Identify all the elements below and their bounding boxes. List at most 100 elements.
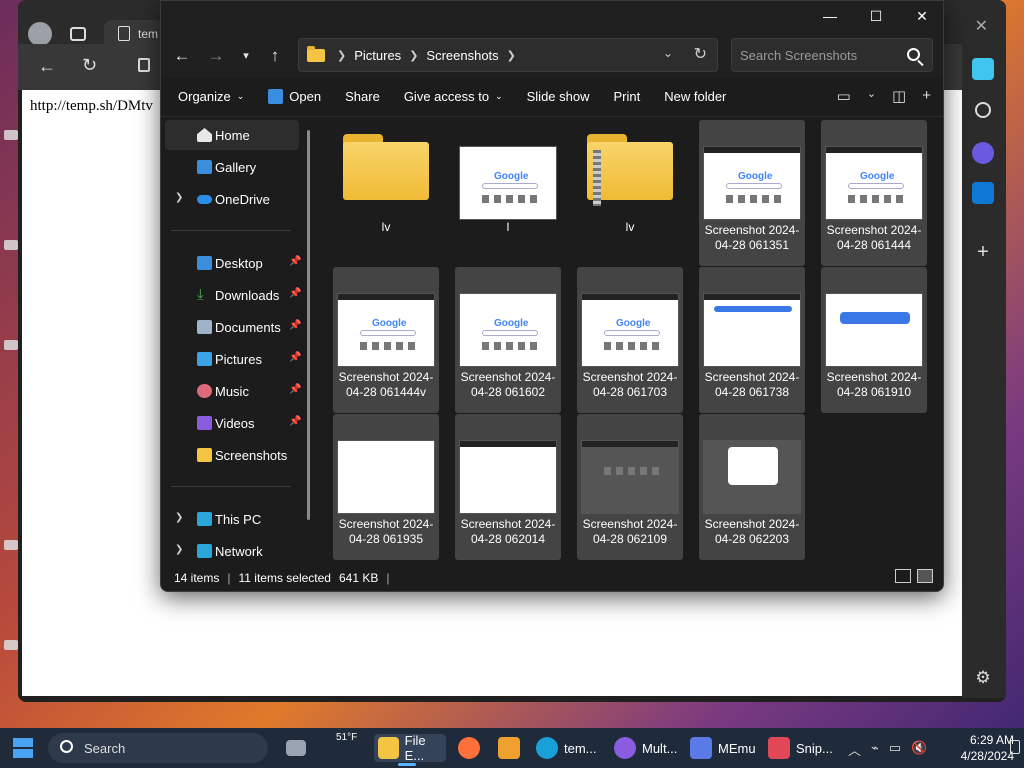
large-icons-view-icon[interactable]	[917, 569, 933, 583]
taskbar-app-multi[interactable]: Mult...	[614, 734, 677, 762]
taskbar-app-media[interactable]	[498, 734, 526, 762]
taskbar-app-firefox[interactable]	[458, 734, 486, 762]
chevron-down-icon[interactable]: ⌄	[867, 87, 876, 105]
notification-bell-icon[interactable]	[1010, 740, 1020, 754]
file-tile[interactable]: Google Screenshot 2024-04-28 061444v	[333, 267, 439, 413]
up-arrow-icon[interactable]: ↑	[262, 43, 288, 69]
search-input[interactable]	[732, 39, 897, 71]
add-icon[interactable]: +	[972, 242, 994, 264]
weather-widget[interactable]: 51°F	[336, 732, 357, 743]
desktop-shortcut-icon[interactable]	[4, 540, 18, 550]
close-icon[interactable]: ✕	[975, 16, 988, 36]
view-layout-icon[interactable]: ▭	[837, 87, 851, 105]
give-access-button[interactable]: Give access to ⌄	[404, 89, 503, 104]
taskbar-app-edge[interactable]: tem...	[536, 734, 597, 762]
pin-icon[interactable]: 📌	[289, 416, 301, 428]
pin-icon[interactable]: 📌	[289, 352, 301, 364]
desktop-shortcut-icon[interactable]	[4, 640, 18, 650]
taskbar-search[interactable]: Search	[48, 733, 268, 763]
scrollbar[interactable]	[307, 130, 310, 520]
desktop-shortcut-icon[interactable]	[4, 340, 18, 350]
file-tile[interactable]: Google Screenshot 2024-04-28 061703	[577, 267, 683, 413]
file-tile[interactable]: Google Screenshot 2024-04-28 061444	[821, 120, 927, 266]
clock[interactable]: 6:29 AM 4/28/2024	[961, 732, 1014, 764]
file-tile[interactable]: Google Screenshot 2024-04-28 061351	[699, 120, 805, 266]
nav-item-pictures[interactable]: Pictures 📌	[165, 344, 301, 374]
share-button[interactable]: Share	[345, 89, 380, 104]
tab-actions-icon[interactable]	[70, 27, 86, 41]
pin-icon[interactable]: 📌	[289, 384, 301, 396]
address-dropdown-icon[interactable]: ⌄	[663, 46, 673, 60]
nav-item-gallery[interactable]: Gallery	[165, 152, 299, 182]
print-button[interactable]: Print	[614, 89, 641, 104]
copilot-icon[interactable]	[972, 58, 994, 80]
file-tile[interactable]: Screenshot 2024-04-28 061935	[333, 414, 439, 560]
file-tile[interactable]: Google l	[455, 120, 561, 266]
file-tile[interactable]: lv	[577, 120, 683, 266]
details-pane-icon[interactable]: ◫	[892, 87, 906, 105]
windows-start-icon[interactable]	[13, 738, 33, 758]
nav-item-network[interactable]: ❯ Network	[165, 536, 299, 566]
back-arrow-icon[interactable]: ←	[169, 43, 195, 69]
back-arrow-icon[interactable]: ←	[38, 56, 56, 77]
open-button[interactable]: Open	[268, 89, 321, 104]
nav-item-home[interactable]: Home	[165, 120, 299, 150]
settings-gear-icon[interactable]: ⚙	[972, 668, 994, 690]
lock-icon[interactable]	[138, 58, 150, 72]
breadcrumb-screenshots[interactable]: Screenshots	[426, 48, 498, 63]
network-status-icon[interactable]: ⌁	[871, 740, 879, 759]
extension-icon[interactable]	[972, 142, 994, 164]
file-tile[interactable]: Screenshot 2024-04-28 061910	[821, 267, 927, 413]
recent-locations-chevron-icon[interactable]: ▾	[233, 43, 259, 69]
chevron-up-icon[interactable]: ︿	[848, 740, 861, 759]
outlook-icon[interactable]	[972, 182, 994, 204]
pin-icon[interactable]: 📌	[289, 288, 301, 300]
desktop-shortcut-icon[interactable]	[4, 240, 18, 250]
add-icon[interactable]: +	[922, 87, 931, 105]
organize-button[interactable]: Organize ⌄	[178, 89, 244, 104]
profile-avatar[interactable]	[28, 22, 52, 46]
volume-muted-icon[interactable]: 🔇	[911, 740, 927, 759]
file-tile[interactable]: Google Screenshot 2024-04-28 061602	[455, 267, 561, 413]
chevron-right-icon[interactable]: ❯	[175, 192, 183, 203]
chevron-right-icon[interactable]: ❯	[175, 512, 183, 523]
file-tile[interactable]: Screenshot 2024-04-28 062014	[455, 414, 561, 560]
breadcrumb-separator-icon[interactable]: ❯	[507, 49, 516, 62]
breadcrumb-pictures[interactable]: Pictures	[354, 48, 401, 63]
nav-item-videos[interactable]: Videos 📌	[165, 408, 301, 438]
taskbar-app-file-explorer[interactable]: File E...	[374, 733, 446, 766]
slide-show-button[interactable]: Slide show	[527, 89, 590, 104]
pin-icon[interactable]: 📌	[289, 320, 301, 332]
search-icon[interactable]	[975, 102, 991, 118]
desktop-shortcut-icon[interactable]	[4, 130, 18, 140]
details-view-icon[interactable]	[895, 569, 911, 583]
minimize-button[interactable]: —	[807, 5, 853, 29]
file-tile[interactable]: lv	[333, 120, 439, 266]
taskbar-app-snipping[interactable]: Snip...	[768, 734, 833, 762]
address-breadcrumb[interactable]: ❯ Pictures ❯ Screenshots ❯ ⌄ ↻	[298, 38, 718, 72]
nav-item-desktop[interactable]: Desktop 📌	[165, 248, 301, 278]
nav-item-screenshots[interactable]: Screenshots	[165, 440, 299, 470]
nav-item-onedrive[interactable]: ❯ OneDrive	[165, 184, 299, 214]
close-button[interactable]: ✕	[899, 5, 945, 29]
reload-icon[interactable]: ↻	[82, 55, 97, 76]
pin-icon[interactable]: 📌	[289, 256, 301, 268]
nav-item-downloads[interactable]: ⤓ Downloads 📌	[165, 280, 301, 310]
file-tile[interactable]: Screenshot 2024-04-28 062109	[577, 414, 683, 560]
new-folder-button[interactable]: New folder	[664, 89, 726, 104]
task-view-button[interactable]	[286, 734, 312, 762]
nav-item-documents[interactable]: Documents 📌	[165, 312, 301, 342]
file-tile[interactable]: Screenshot 2024-04-28 061738	[699, 267, 805, 413]
search-box[interactable]	[731, 38, 933, 72]
chevron-right-icon[interactable]: ❯	[175, 544, 183, 555]
file-tile[interactable]: Screenshot 2024-04-28 062203	[699, 414, 805, 560]
breadcrumb-separator-icon[interactable]: ❯	[409, 49, 418, 62]
nav-item-music[interactable]: Music 📌	[165, 376, 301, 406]
taskbar-app-memu[interactable]: MEmu	[690, 734, 756, 762]
maximize-button[interactable]: ☐	[853, 5, 899, 29]
forward-arrow-icon[interactable]: →	[203, 43, 229, 69]
search-icon[interactable]	[907, 48, 920, 61]
nav-item-this-pc[interactable]: ❯ This PC	[165, 504, 299, 534]
display-icon[interactable]: ▭	[889, 740, 901, 759]
refresh-icon[interactable]: ↻	[694, 44, 707, 64]
